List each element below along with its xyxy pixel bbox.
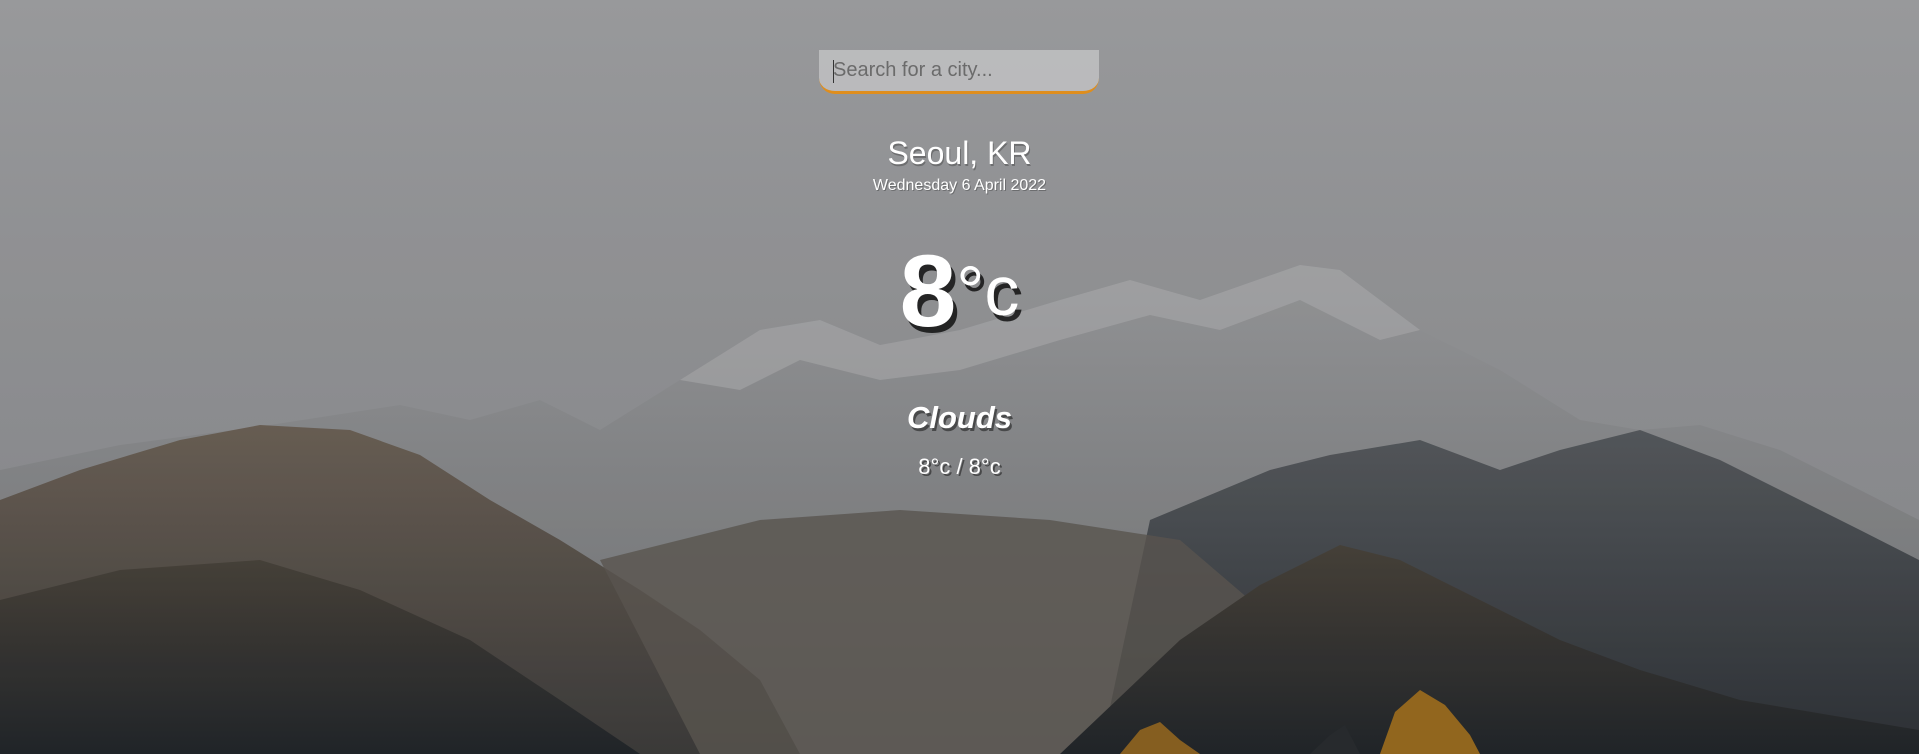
high-low-temperature: 8°c / 8°c — [918, 454, 1001, 479]
current-date: Wednesday 6 April 2022 — [872, 177, 1047, 194]
main-content: Seoul, KR Wednesday 6 April 2022 8°c Clo… — [0, 0, 1919, 754]
weather-app: Seoul, KR Wednesday 6 April 2022 8°c Clo… — [0, 0, 1919, 754]
text-cursor — [833, 60, 834, 83]
city-search-input[interactable] — [819, 50, 1099, 94]
temperature-unit: °c — [956, 252, 1020, 330]
current-temperature: 8°c — [0, 240, 1919, 342]
temperature-value: 8 — [899, 234, 957, 348]
weather-condition: Clouds — [906, 400, 1013, 435]
location-name: Seoul, KR — [887, 135, 1032, 171]
